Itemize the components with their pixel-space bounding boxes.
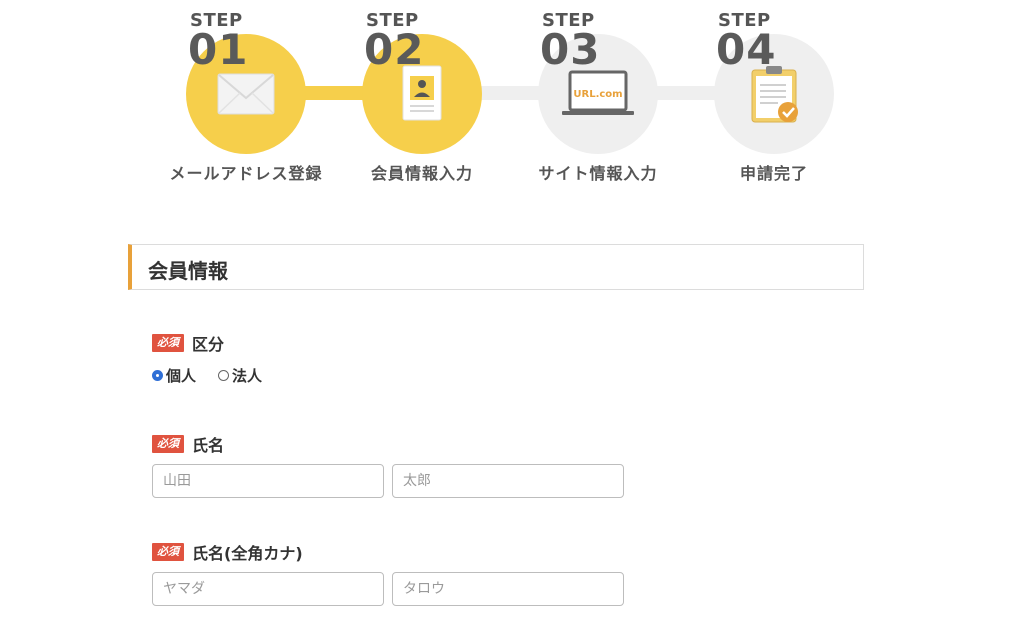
last-name-kana-input[interactable] bbox=[152, 572, 384, 606]
section-title: 会員情報 bbox=[148, 259, 228, 283]
radio-individual-label: 個人 bbox=[166, 367, 197, 385]
first-name-kana-input[interactable] bbox=[392, 572, 624, 606]
step-progress: STEP 01 メールアドレス登録 STEP 02 会員情報入力 URL.com bbox=[0, 0, 1024, 200]
step-1: STEP 01 メールアドレス登録 bbox=[146, 0, 346, 200]
step-1-number: 01 bbox=[188, 25, 249, 74]
step-4-label: 申請完了 bbox=[739, 164, 808, 183]
step-1-label: メールアドレス登録 bbox=[169, 164, 323, 183]
radio-individual-dot[interactable] bbox=[152, 370, 163, 381]
radio-corporation-label: 法人 bbox=[232, 367, 263, 385]
kana-inputs bbox=[152, 572, 632, 606]
field-kana: 必須 氏名(全角カナ) bbox=[152, 540, 632, 606]
field-name: 必須 氏名 bbox=[152, 432, 632, 498]
step-3-label: サイト情報入力 bbox=[538, 164, 658, 183]
radio-corporation[interactable]: 法人 bbox=[218, 365, 262, 386]
field-name-label-row: 必須 氏名 bbox=[152, 432, 632, 456]
field-category: 必須 区分 個人 法人 bbox=[152, 331, 284, 386]
step-4-number: 04 bbox=[716, 25, 777, 74]
field-kana-label-row: 必須 氏名(全角カナ) bbox=[152, 540, 632, 564]
name-inputs bbox=[152, 464, 632, 498]
last-name-input[interactable] bbox=[152, 464, 384, 498]
required-badge: 必須 bbox=[152, 334, 184, 352]
required-badge: 必須 bbox=[152, 435, 184, 453]
field-name-label: 氏名 bbox=[192, 436, 225, 455]
step-2-label: 会員情報入力 bbox=[370, 164, 473, 183]
field-kana-label: 氏名(全角カナ) bbox=[192, 544, 303, 563]
step-2: STEP 02 会員情報入力 bbox=[322, 0, 522, 200]
step-3-number: 03 bbox=[540, 25, 601, 74]
field-category-label: 区分 bbox=[192, 335, 225, 354]
category-radio-group: 個人 法人 bbox=[152, 365, 284, 386]
step-2-number: 02 bbox=[364, 25, 425, 74]
section-header: 会員情報 bbox=[128, 244, 864, 290]
radio-individual[interactable]: 個人 bbox=[152, 365, 196, 386]
first-name-input[interactable] bbox=[392, 464, 624, 498]
step-4: STEP 04 申請完了 bbox=[674, 0, 874, 200]
laptop-url-text: URL.com bbox=[573, 89, 622, 100]
radio-corporation-dot[interactable] bbox=[218, 370, 230, 381]
step-3: URL.com STEP 03 サイト情報入力 bbox=[498, 0, 698, 200]
required-badge: 必須 bbox=[152, 543, 184, 561]
field-category-label-row: 必須 区分 bbox=[152, 331, 284, 355]
